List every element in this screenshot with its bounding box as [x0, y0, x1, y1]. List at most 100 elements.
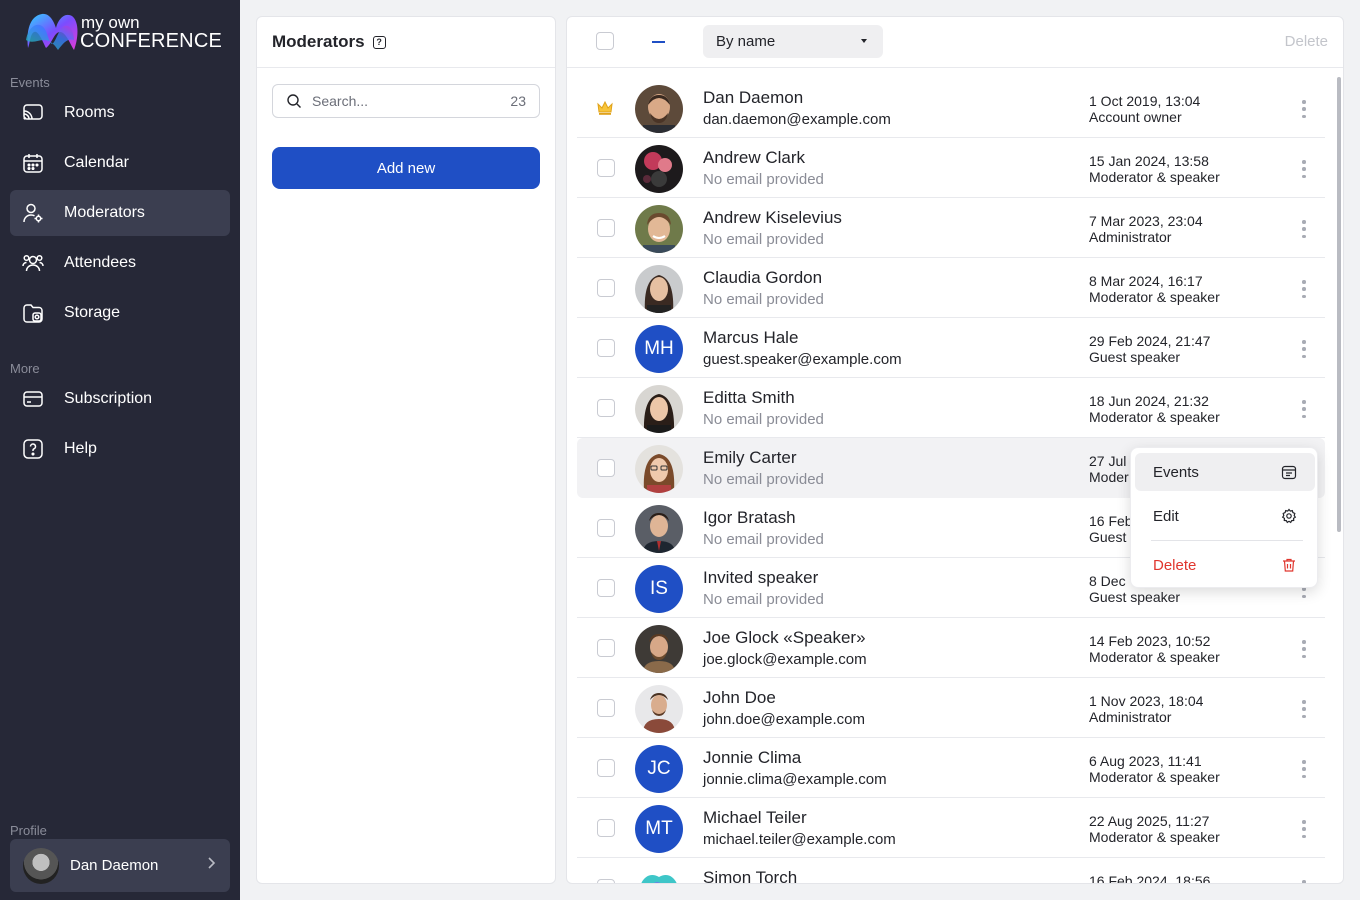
moderator-date: 1 Oct 2019, 13:04 [1089, 93, 1201, 109]
more-options-icon[interactable] [1299, 100, 1309, 118]
add-new-button[interactable]: Add new [272, 147, 540, 189]
more-options-icon[interactable] [1299, 340, 1309, 358]
row-checkbox[interactable] [597, 879, 615, 883]
select-all-checkbox[interactable] [596, 32, 614, 50]
sidebar-item-attendees[interactable]: Attendees [10, 240, 230, 286]
moderator-email: john.doe@example.com [703, 711, 865, 728]
more-options-icon[interactable] [1299, 160, 1309, 178]
table-row[interactable]: John Doe john.doe@example.com 1 Nov 2023… [577, 678, 1325, 738]
menu-item-delete[interactable]: Delete [1135, 546, 1315, 584]
more-options-icon[interactable] [1299, 700, 1309, 718]
moderator-email: michael.teiler@example.com [703, 831, 896, 848]
table-row[interactable]: Claudia Gordon No email provided 8 Mar 2… [577, 258, 1325, 318]
table-row[interactable]: MT Michael Teiler michael.teiler@example… [577, 798, 1325, 858]
moderator-email: dan.daemon@example.com [703, 111, 891, 128]
logo-text-bottom: CONFERENCE [80, 30, 223, 52]
moderator-date: 8 Mar 2024, 16:17 [1089, 273, 1203, 289]
row-checkbox[interactable] [597, 279, 615, 297]
avatar [635, 625, 683, 673]
moderator-name: Emily Carter [703, 448, 797, 467]
row-checkbox[interactable] [597, 459, 615, 477]
search-input[interactable] [312, 93, 492, 109]
row-checkbox[interactable] [597, 759, 615, 777]
more-options-icon[interactable] [1299, 760, 1309, 778]
table-row[interactable]: Andrew Kiselevius No email provided 7 Ma… [577, 198, 1325, 258]
sidebar-item-label: Help [64, 440, 97, 457]
cast-icon [22, 102, 44, 124]
moderator-date: 15 Jan 2024, 13:58 [1089, 153, 1209, 169]
moderator-role: Moderator & speaker [1089, 769, 1220, 785]
events-icon [1281, 464, 1297, 485]
row-checkbox[interactable] [597, 399, 615, 417]
menu-item-events[interactable]: Events [1135, 453, 1315, 491]
search-box[interactable]: 23 [272, 84, 540, 118]
more-options-icon[interactable] [1299, 820, 1309, 838]
events-section-label: Events [10, 75, 50, 90]
row-checkbox[interactable] [597, 159, 615, 177]
sidebar-item-label: Calendar [64, 154, 129, 171]
moderator-name: Andrew Kiselevius [703, 208, 842, 227]
moderator-role: Moder [1089, 469, 1129, 485]
help-icon [22, 438, 44, 460]
avatar [635, 685, 683, 733]
row-checkbox[interactable] [597, 699, 615, 717]
sidebar-item-moderators[interactable]: Moderators [10, 190, 230, 236]
row-checkbox[interactable] [597, 219, 615, 237]
moderator-email: joe.glock@example.com [703, 651, 867, 668]
logo-mark-icon [26, 13, 78, 50]
table-row[interactable]: Simon Torch 16 Feb 2024, 18:56 [577, 858, 1325, 883]
moderator-email: No email provided [703, 291, 824, 308]
folder-icon [22, 302, 44, 324]
sidebar-item-storage[interactable]: Storage [10, 290, 230, 336]
table-row[interactable]: MH Marcus Hale guest.speaker@example.com… [577, 318, 1325, 378]
row-checkbox[interactable] [597, 639, 615, 657]
moderator-role: Guest [1089, 529, 1127, 545]
row-checkbox[interactable] [597, 339, 615, 357]
app-logo[interactable]: my own CONFERENCE [24, 10, 224, 56]
sidebar-item-help[interactable]: Help [10, 426, 230, 472]
sidebar-item-calendar[interactable]: Calendar [10, 140, 230, 186]
sidebar-item-label: Subscription [64, 390, 153, 407]
more-options-icon[interactable] [1299, 220, 1309, 238]
delete-button[interactable]: Delete [1285, 33, 1328, 50]
more-options-icon[interactable] [1299, 280, 1309, 298]
more-section-label: More [10, 361, 40, 376]
moderator-role: Moderator & speaker [1089, 829, 1220, 845]
table-row[interactable]: JC Jonnie Clima jonnie.clima@example.com… [577, 738, 1325, 798]
crown-icon [596, 99, 614, 122]
row-checkbox[interactable] [597, 519, 615, 537]
collapse-icon[interactable] [652, 41, 665, 43]
table-row[interactable]: Joe Glock «Speaker» joe.glock@example.co… [577, 618, 1325, 678]
profile-section-label: Profile [10, 823, 47, 838]
table-row[interactable]: Editta Smith No email provided 18 Jun 20… [577, 378, 1325, 438]
avatar [23, 847, 59, 884]
table-row[interactable]: Dan Daemon dan.daemon@example.com 1 Oct … [577, 78, 1325, 138]
avatar [635, 505, 683, 553]
sidebar-item-rooms[interactable]: Rooms [10, 90, 230, 136]
list-scrollbar[interactable] [1337, 77, 1341, 532]
moderator-date: 29 Feb 2024, 21:47 [1089, 333, 1211, 349]
more-options-icon[interactable] [1299, 400, 1309, 418]
calendar-icon [22, 152, 44, 174]
table-row[interactable]: Andrew Clark No email provided 15 Jan 20… [577, 138, 1325, 198]
more-options-icon[interactable] [1299, 880, 1309, 883]
avatar: IS [635, 565, 683, 613]
caret-down-icon [861, 39, 867, 43]
row-checkbox[interactable] [597, 819, 615, 837]
moderator-email: No email provided [703, 531, 824, 548]
moderator-role: Administrator [1089, 709, 1172, 725]
row-checkbox[interactable] [597, 579, 615, 597]
avatar: JC [635, 745, 683, 793]
moderator-role: Administrator [1089, 229, 1172, 245]
moderator-email: No email provided [703, 231, 824, 248]
more-options-icon[interactable] [1299, 640, 1309, 658]
sort-value: By name [716, 33, 776, 50]
avatar [635, 145, 683, 193]
menu-item-edit[interactable]: Edit [1135, 497, 1315, 535]
sidebar-item-subscription[interactable]: Subscription [10, 376, 230, 422]
profile-button[interactable]: Dan Daemon [10, 839, 230, 892]
help-icon[interactable]: ? [372, 35, 386, 49]
users-icon [22, 252, 44, 274]
sort-select[interactable]: By name [703, 25, 883, 58]
user-gear-icon [22, 202, 44, 224]
